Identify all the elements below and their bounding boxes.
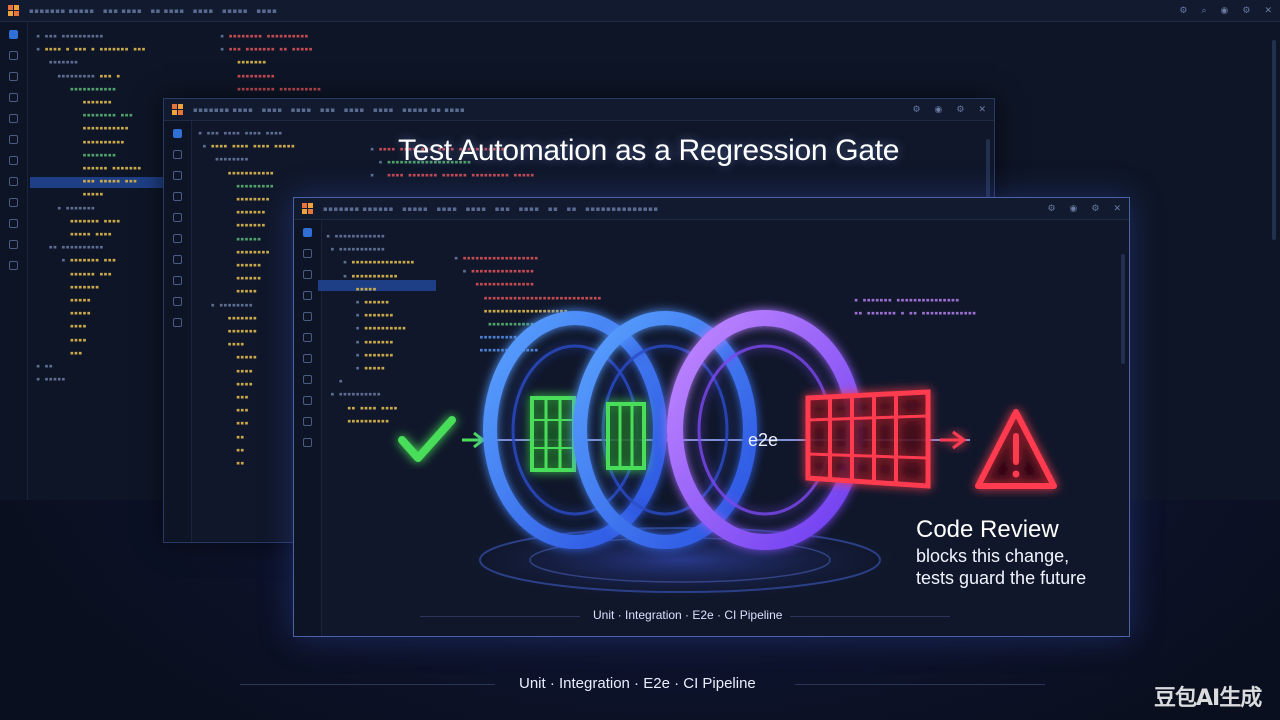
arrow-in-icon	[462, 431, 486, 449]
ring-label: e2e	[748, 430, 778, 450]
green-gate-icon	[606, 402, 646, 470]
bottom-divider-left	[240, 684, 495, 685]
floor-glow	[460, 520, 900, 600]
warning-icon	[975, 409, 1057, 489]
inner-divider-right	[790, 616, 950, 617]
inner-divider-left	[420, 616, 580, 617]
red-gate-icon	[805, 389, 931, 489]
review-title: Code Review	[916, 516, 1059, 543]
arrow-out-icon	[940, 430, 967, 450]
bottom-caption: Unit · Integration · E2e · CI Pipeline	[519, 675, 756, 692]
green-gate-icon	[530, 396, 576, 472]
review-line-2: tests guard the future	[916, 568, 1087, 588]
inner-caption: Unit · Integration · E2e · CI Pipeline	[593, 608, 783, 622]
review-line-1: blocks this change,	[916, 546, 1070, 566]
bottom-divider-right	[795, 684, 1045, 685]
watermark: 豆包AI生成	[1154, 686, 1262, 711]
check-icon	[398, 416, 456, 462]
desktop-background: ▪▪▪▪▪▪▪ ▪▪▪▪▪ ▪▪▪ ▪▪▪▪ ▪▪ ▪▪▪▪ ▪▪▪▪ ▪▪▪▪…	[0, 0, 1280, 720]
